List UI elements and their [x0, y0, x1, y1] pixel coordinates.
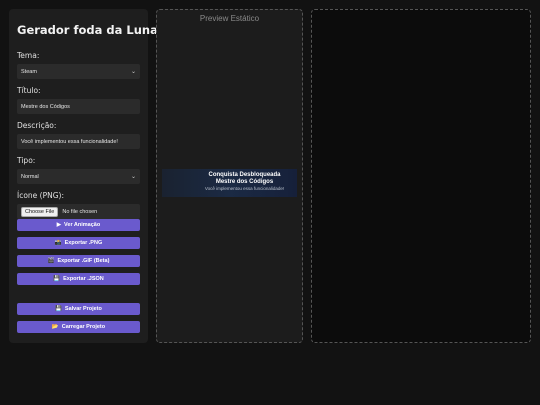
export-json-label: Exportar .JSON	[63, 276, 104, 282]
theme-select-value: Steam	[21, 68, 37, 75]
description-label: Descrição:	[17, 121, 57, 130]
type-select-value: Normal	[21, 173, 39, 180]
choose-file-button[interactable]: Choose File	[21, 206, 59, 217]
description-input[interactable]: Você implementou essa funcionalidade!	[17, 134, 140, 149]
export-gif-label: Exportar .GIF (Beta)	[57, 258, 110, 264]
theme-select[interactable]: Steam ⌄	[17, 64, 140, 79]
badge-title: Mestre dos Códigos	[215, 179, 274, 185]
achievement-badge: Conquista Desbloqueada Mestre dos Código…	[162, 169, 297, 197]
badge-heading: Conquista Desbloqueada	[208, 172, 281, 178]
export-json-button[interactable]: 💾 Exportar .JSON	[17, 273, 140, 285]
badge-description: Você implementou essa funcionalidade!	[204, 186, 285, 191]
sidebar-panel: Gerador foda da Luna Tema: Steam ⌄ Títul…	[9, 9, 158, 343]
save-project-label: Salvar Projeto	[64, 306, 102, 312]
load-project-button[interactable]: 📂 Carregar Projeto	[17, 321, 140, 333]
folder-icon: 📂	[51, 324, 59, 330]
view-animation-button[interactable]: ▶ Ver Animação	[17, 219, 140, 231]
load-project-label: Carregar Projeto	[61, 324, 106, 330]
icon-file-input[interactable]: Choose File No file chosen	[17, 204, 140, 219]
clapperboard-icon: 🎬	[47, 258, 55, 264]
view-animation-label: Ver Animação	[64, 222, 101, 228]
chevron-down-icon: ⌄	[130, 174, 136, 180]
title-label: Título:	[17, 86, 41, 95]
floppy-disk-icon: 💾	[53, 276, 61, 282]
title-input[interactable]: Mestre dos Códigos	[17, 99, 140, 114]
title-input-value: Mestre dos Códigos	[21, 103, 70, 110]
description-input-value: Você implementou essa funcionalidade!	[21, 138, 118, 145]
save-project-button[interactable]: 💾 Salvar Projeto	[17, 303, 140, 315]
app-title: Gerador foda da Luna	[17, 23, 158, 37]
export-png-label: Exportar .PNG	[64, 240, 103, 246]
file-status: No file chosen	[62, 208, 98, 215]
play-icon: ▶	[56, 222, 62, 228]
export-png-button[interactable]: 📸 Exportar .PNG	[17, 237, 140, 249]
type-label: Tipo:	[17, 156, 36, 165]
camera-icon: 📸	[54, 240, 62, 246]
icon-label: Ícone (PNG):	[17, 191, 64, 200]
theme-label: Tema:	[17, 51, 40, 60]
static-preview-panel: Preview Estático Conquista Desbloqueada …	[156, 9, 303, 343]
chevron-down-icon: ⌄	[130, 69, 136, 75]
animation-preview-panel	[311, 9, 531, 343]
type-select[interactable]: Normal ⌄	[17, 169, 140, 184]
preview-title: Preview Estático	[199, 14, 260, 23]
floppy-disk-icon: 💾	[55, 306, 62, 312]
export-gif-button[interactable]: 🎬 Exportar .GIF (Beta)	[17, 255, 140, 267]
